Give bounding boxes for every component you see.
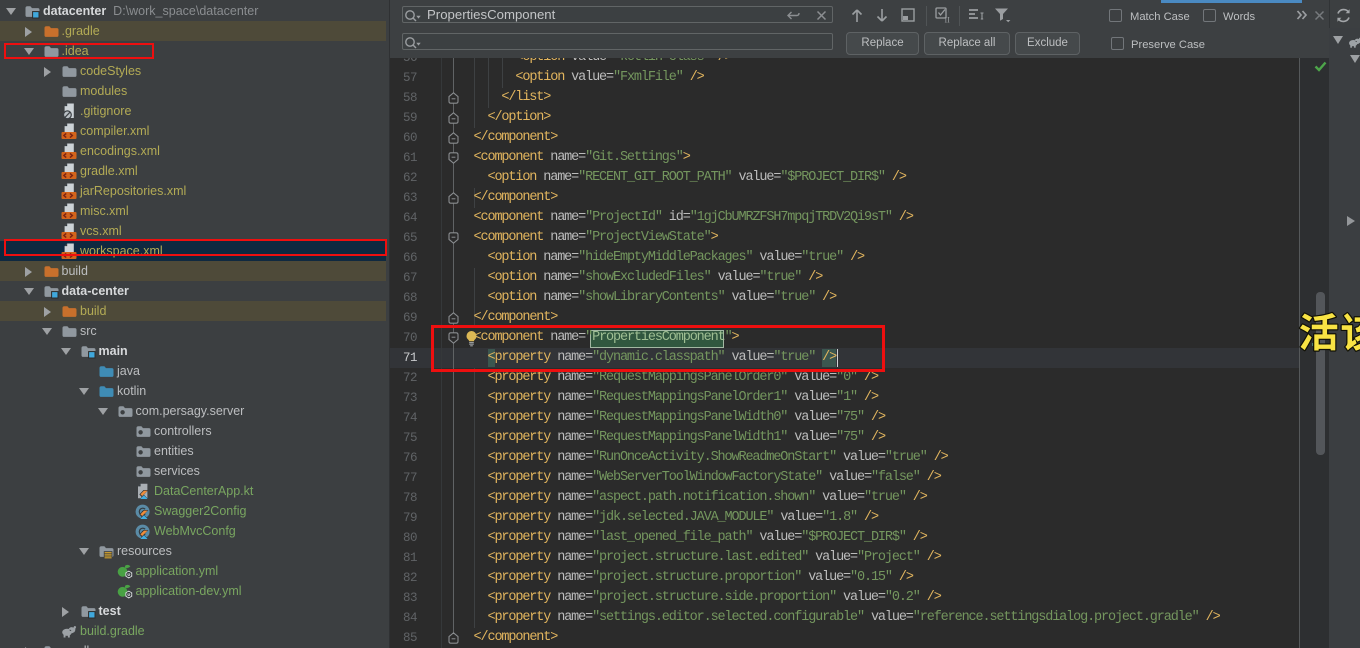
- svg-text:II: II: [945, 16, 951, 25]
